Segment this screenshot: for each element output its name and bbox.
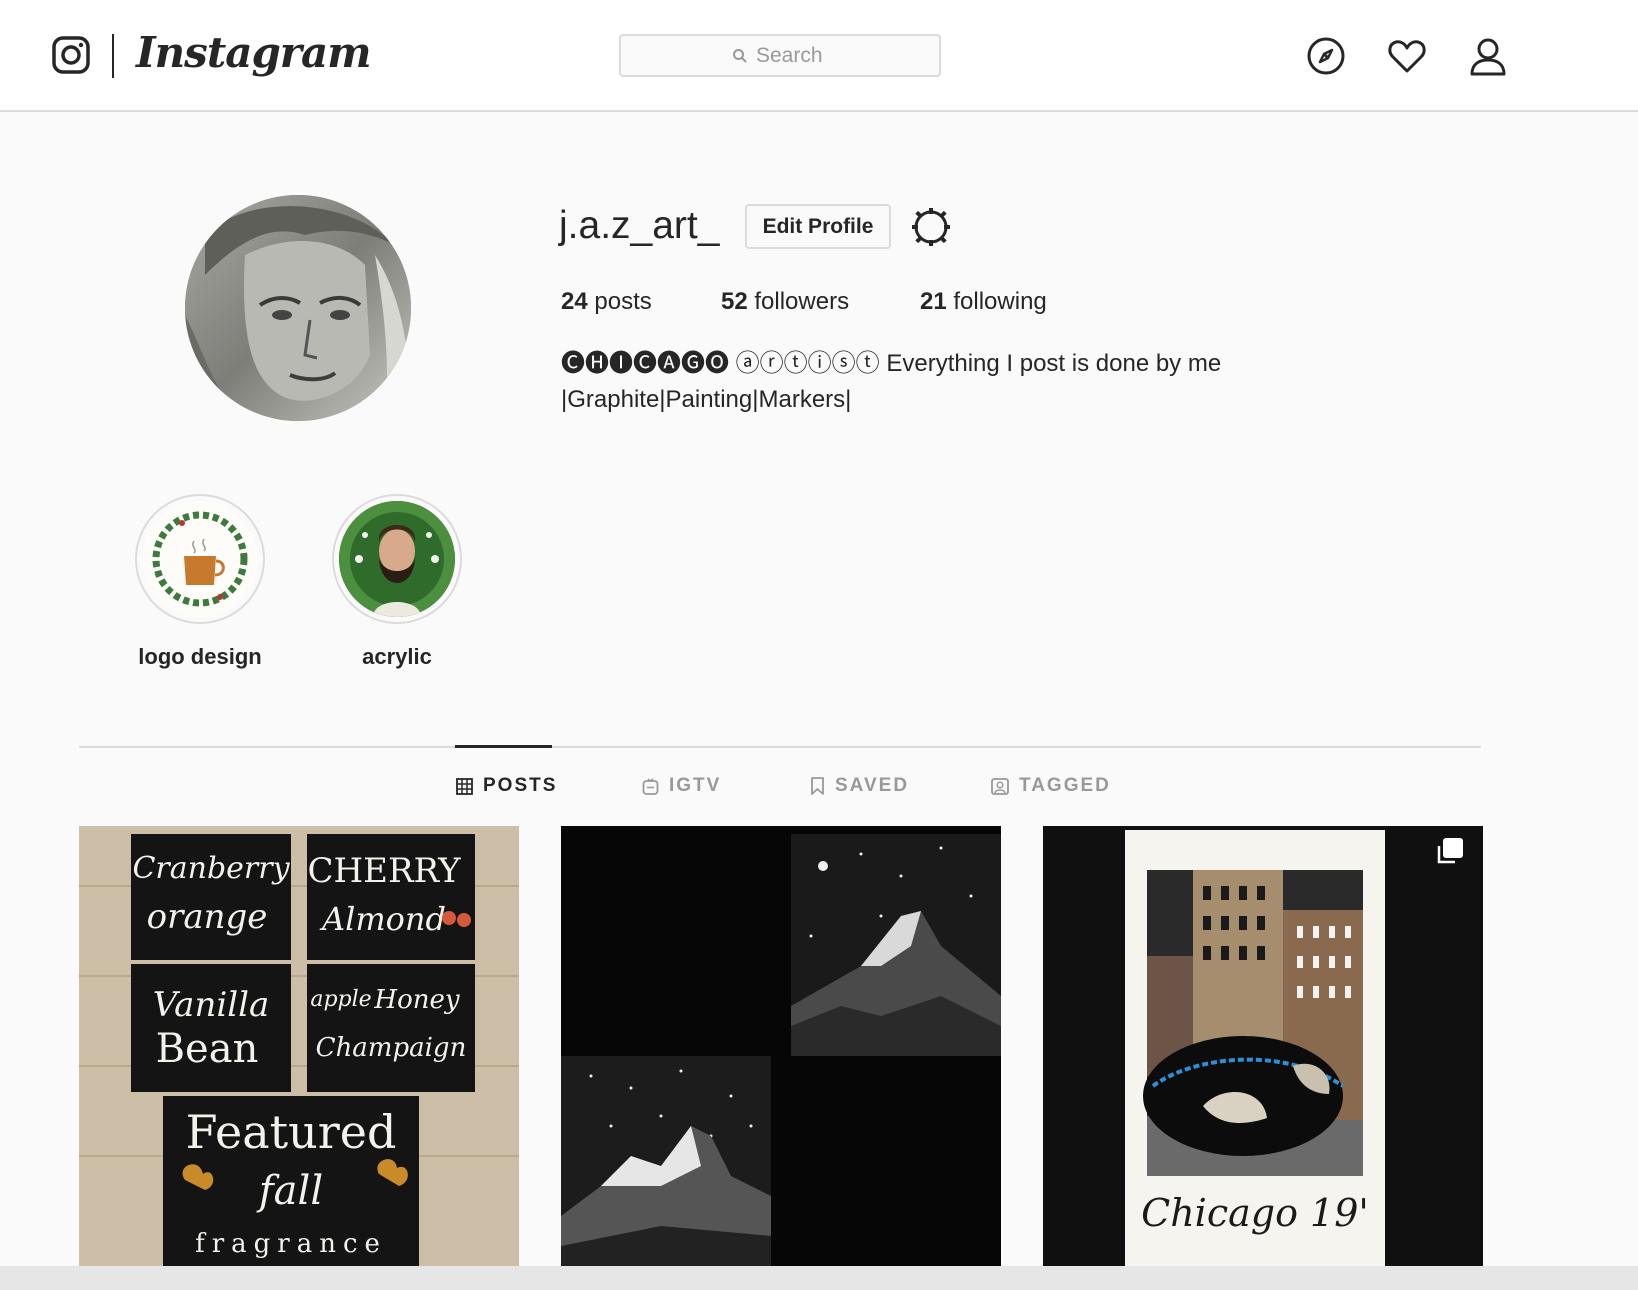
search-box[interactable] xyxy=(619,34,941,77)
tab-posts[interactable]: POSTS xyxy=(456,775,557,797)
bio-text-line2: |Graphite|Painting|Markers| xyxy=(561,386,852,413)
active-tab-indicator xyxy=(455,745,552,748)
search-input[interactable] xyxy=(756,43,828,68)
igtv-icon xyxy=(642,777,659,795)
grid-icon xyxy=(456,777,473,795)
post-1-text-cherry: CHERRY xyxy=(307,851,461,891)
post-tile-1[interactable]: Cranberry orange CHERRY Almond Vanilla B… xyxy=(79,826,519,1266)
tagged-person-icon xyxy=(991,778,1009,795)
post-1-text-fall: fall xyxy=(256,1168,323,1214)
post-1-text-champaign: Champaign xyxy=(316,1033,467,1063)
tab-igtv-label: IGTV xyxy=(669,775,722,796)
bottom-scroll-edge xyxy=(0,1266,1638,1290)
user-icon[interactable] xyxy=(1468,36,1508,76)
post-1-text-vanilla: Vanilla xyxy=(153,985,270,1025)
profile-avatar[interactable] xyxy=(185,195,411,421)
heart-icon[interactable] xyxy=(1387,36,1427,76)
gear-icon[interactable] xyxy=(910,206,952,248)
post-3-caption: Chicago 19' xyxy=(1141,1191,1369,1235)
post-1-text-fragrance: fragrance xyxy=(195,1229,387,1259)
tab-posts-label: POSTS xyxy=(483,775,558,796)
bio-first-line: 🅒🅗🅘🅒🅐🅖🅞 ⓐⓡⓣⓘⓢⓣ Everything I post is done… xyxy=(561,346,1281,382)
following-count[interactable]: 21 following xyxy=(920,288,1047,316)
highlight-ring xyxy=(332,494,462,624)
brand-divider xyxy=(112,34,114,78)
compass-icon[interactable] xyxy=(1306,36,1346,76)
post-1-text-almond: Almond xyxy=(319,900,446,938)
highlight-logo-design[interactable]: logo design xyxy=(110,494,290,670)
tab-igtv[interactable]: IGTV xyxy=(642,775,721,797)
search-icon xyxy=(733,48,747,63)
posts-count-label: posts xyxy=(594,288,652,315)
post-1-text-orange: orange xyxy=(147,897,268,937)
post-1-text-bean: Bean xyxy=(156,1026,259,1072)
top-navigation: Instagram xyxy=(0,0,1638,112)
bio-circled-text: 🅒🅗🅘🅒🅐🅖🅞 ⓐⓡⓣⓘⓢⓣ xyxy=(561,350,880,377)
following-count-label: following xyxy=(953,288,1047,315)
post-1-text-honey: Honey xyxy=(373,985,459,1015)
tabs-divider xyxy=(79,746,1481,748)
post-1-image: Cranberry orange CHERRY Almond Vanilla B… xyxy=(79,826,519,1266)
post-1-text-apple: apple xyxy=(310,987,371,1012)
avatar-portrait-drawing xyxy=(185,195,411,421)
instagram-glyph-icon[interactable] xyxy=(52,36,90,74)
followers-count-number: 52 xyxy=(721,288,748,315)
tab-saved[interactable]: SAVED xyxy=(810,775,909,797)
post-3-image: Chicago 19' xyxy=(1043,826,1483,1266)
bio-text-line1: Everything I post is done by me xyxy=(886,350,1222,377)
posts-count: 24 posts xyxy=(561,288,652,316)
tab-tagged-label: TAGGED xyxy=(1019,775,1111,796)
profile-username: j.a.z_art_ xyxy=(559,204,720,247)
post-1-text-featured: Featured xyxy=(186,1105,397,1159)
instagram-logo[interactable]: Instagram xyxy=(136,28,372,77)
following-count-number: 21 xyxy=(920,288,947,315)
bookmark-icon xyxy=(811,777,824,795)
followers-count[interactable]: 52 followers xyxy=(721,288,849,316)
posts-count-number: 24 xyxy=(561,288,588,315)
post-1-text-cranberry: Cranberry xyxy=(132,851,290,886)
tab-tagged[interactable]: TAGGED xyxy=(991,775,1111,797)
post-2-image xyxy=(561,826,1001,1266)
highlight-label: acrylic xyxy=(362,644,432,669)
highlight-acrylic[interactable]: acrylic xyxy=(307,494,487,670)
highlight-cover-image xyxy=(142,501,258,617)
post-tile-2[interactable] xyxy=(561,826,1001,1266)
highlight-ring xyxy=(135,494,265,624)
profile-bio: 🅒🅗🅘🅒🅐🅖🅞 ⓐⓡⓣⓘⓢⓣ Everything I post is done… xyxy=(561,346,1281,418)
post-tile-3[interactable]: Chicago 19' xyxy=(1043,826,1483,1266)
edit-profile-button[interactable]: Edit Profile xyxy=(745,204,891,249)
tab-saved-label: SAVED xyxy=(835,775,910,796)
highlight-cover-image xyxy=(339,501,455,617)
followers-count-label: followers xyxy=(754,288,850,315)
highlight-label: logo design xyxy=(138,644,262,669)
